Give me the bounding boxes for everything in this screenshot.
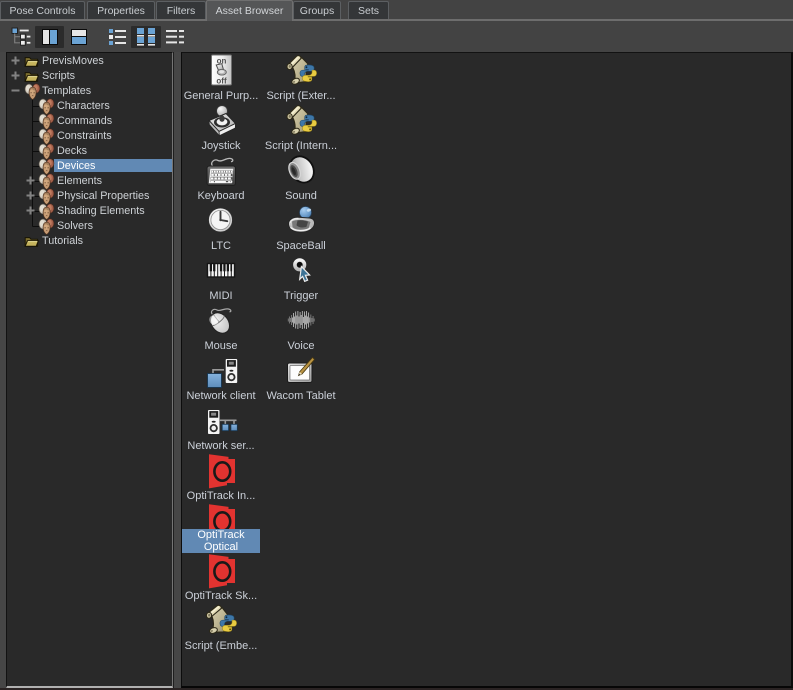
svg-text:off: off [216,77,227,86]
